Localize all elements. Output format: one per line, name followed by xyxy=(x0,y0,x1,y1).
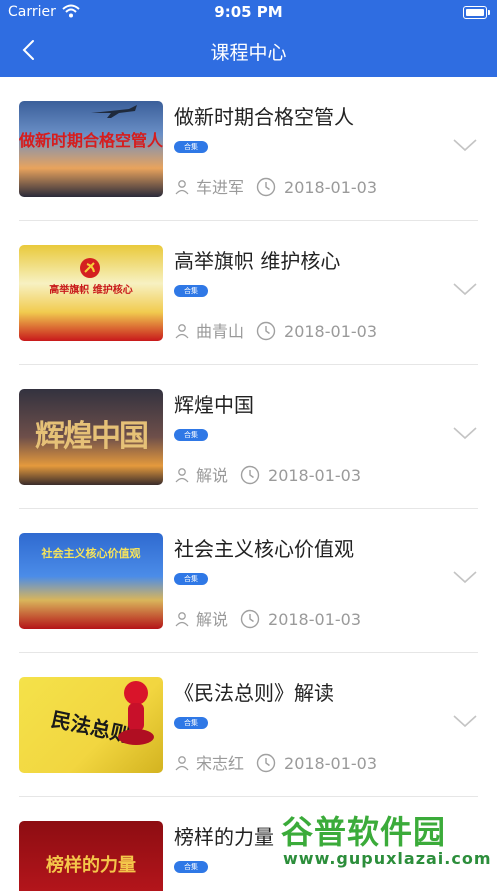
course-title: 辉煌中国 xyxy=(174,393,254,417)
course-author: 车进军 xyxy=(196,178,245,197)
clock-icon xyxy=(256,753,276,773)
course-meta: 解说 2018-01-03 xyxy=(174,606,361,629)
course-title: 做新时期合格空管人 xyxy=(174,105,354,129)
course-item[interactable]: 民法总则 《民法总则》解读 合集 宋志红 2018-01-03 xyxy=(0,653,497,797)
person-icon xyxy=(174,323,190,339)
course-thumbnail: 高举旗帜 维护核心 xyxy=(19,245,163,341)
clock-time: 9:05 PM xyxy=(214,3,283,21)
chevron-down-icon[interactable] xyxy=(452,425,478,441)
course-author: 曲青山 xyxy=(196,322,245,341)
course-date: 2018-01-03 xyxy=(268,466,361,485)
collection-badge: 合集 xyxy=(174,429,208,441)
thumbnail-caption: 高举旗帜 维护核心 xyxy=(49,285,133,296)
course-thumbnail: 榜样的力量 xyxy=(19,821,163,891)
person-icon xyxy=(174,755,190,771)
clock-icon xyxy=(240,465,260,485)
clock-icon xyxy=(240,609,260,629)
course-meta: 解说 2018-01-03 xyxy=(174,462,361,485)
chevron-down-icon[interactable] xyxy=(452,137,478,153)
party-emblem-icon xyxy=(80,258,100,278)
nav-bar: 课程中心 xyxy=(0,26,497,77)
course-meta: 车进军 2018-01-03 xyxy=(174,174,377,197)
course-thumbnail: 民法总则 xyxy=(19,677,163,773)
course-title: 《民法总则》解读 xyxy=(174,681,334,705)
course-date: 2018-01-03 xyxy=(268,610,361,629)
page-title: 课程中心 xyxy=(210,42,287,64)
battery-icon xyxy=(463,6,490,19)
thumbnail-caption: 辉煌中国 xyxy=(35,419,149,454)
clock-icon xyxy=(256,321,276,341)
course-date: 2018-01-03 xyxy=(284,178,377,197)
site-watermark: 谷普软件园 www.gupuxlazai.com xyxy=(277,801,497,883)
course-title: 社会主义核心价值观 xyxy=(174,537,354,561)
course-thumbnail: 辉煌中国 xyxy=(19,389,163,485)
watermark-name: 谷普软件园 xyxy=(281,813,447,851)
course-date: 2018-01-03 xyxy=(284,754,377,773)
chevron-down-icon[interactable] xyxy=(452,281,478,297)
course-author: 解说 xyxy=(196,610,229,629)
course-item[interactable]: 做新时期合格空管人 做新时期合格空管人 合集 车进军 2018-01-03 xyxy=(0,77,497,221)
course-title: 榜样的力量 xyxy=(174,825,274,849)
course-item[interactable]: 高举旗帜 维护核心 高举旗帜 维护核心 合集 曲青山 2018-01-03 xyxy=(0,221,497,365)
course-author: 解说 xyxy=(196,466,229,485)
collection-badge: 合集 xyxy=(174,861,208,873)
status-bar: Carrier 9:05 PM xyxy=(0,0,497,26)
course-meta: 曲青山 2018-01-03 xyxy=(174,318,377,341)
top-header: Carrier 9:05 PM 课程中心 xyxy=(0,0,497,77)
thumbnail-caption: 做新时期合格空管人 xyxy=(19,131,163,150)
course-meta: 宋志红 2018-01-03 xyxy=(174,750,377,773)
course-item[interactable]: 辉煌中国 辉煌中国 合集 解说 2018-01-03 xyxy=(0,365,497,509)
airplane-icon xyxy=(91,105,137,118)
person-icon xyxy=(174,467,190,483)
course-title: 高举旗帜 维护核心 xyxy=(174,249,341,273)
chevron-down-icon[interactable] xyxy=(452,569,478,585)
clock-icon xyxy=(256,177,276,197)
chevron-down-icon[interactable] xyxy=(452,713,478,729)
collection-badge: 合集 xyxy=(174,285,208,297)
collection-badge: 合集 xyxy=(174,573,208,585)
chess-piece-icon xyxy=(118,681,154,745)
collection-badge: 合集 xyxy=(174,717,208,729)
collection-badge: 合集 xyxy=(174,141,208,153)
person-icon xyxy=(174,611,190,627)
course-author: 宋志红 xyxy=(196,754,245,773)
person-icon xyxy=(174,179,190,195)
course-thumbnail: 社会主义核心价值观 xyxy=(19,533,163,629)
thumbnail-caption: 社会主义核心价值观 xyxy=(41,547,141,560)
course-date: 2018-01-03 xyxy=(284,322,377,341)
thumbnail-caption: 榜样的力量 xyxy=(46,855,136,876)
course-thumbnail: 做新时期合格空管人 xyxy=(19,101,163,197)
watermark-url: www.gupuxlazai.com xyxy=(283,849,492,868)
course-item[interactable]: 社会主义核心价值观 社会主义核心价值观 合集 解说 2018-01-03 xyxy=(0,509,497,653)
